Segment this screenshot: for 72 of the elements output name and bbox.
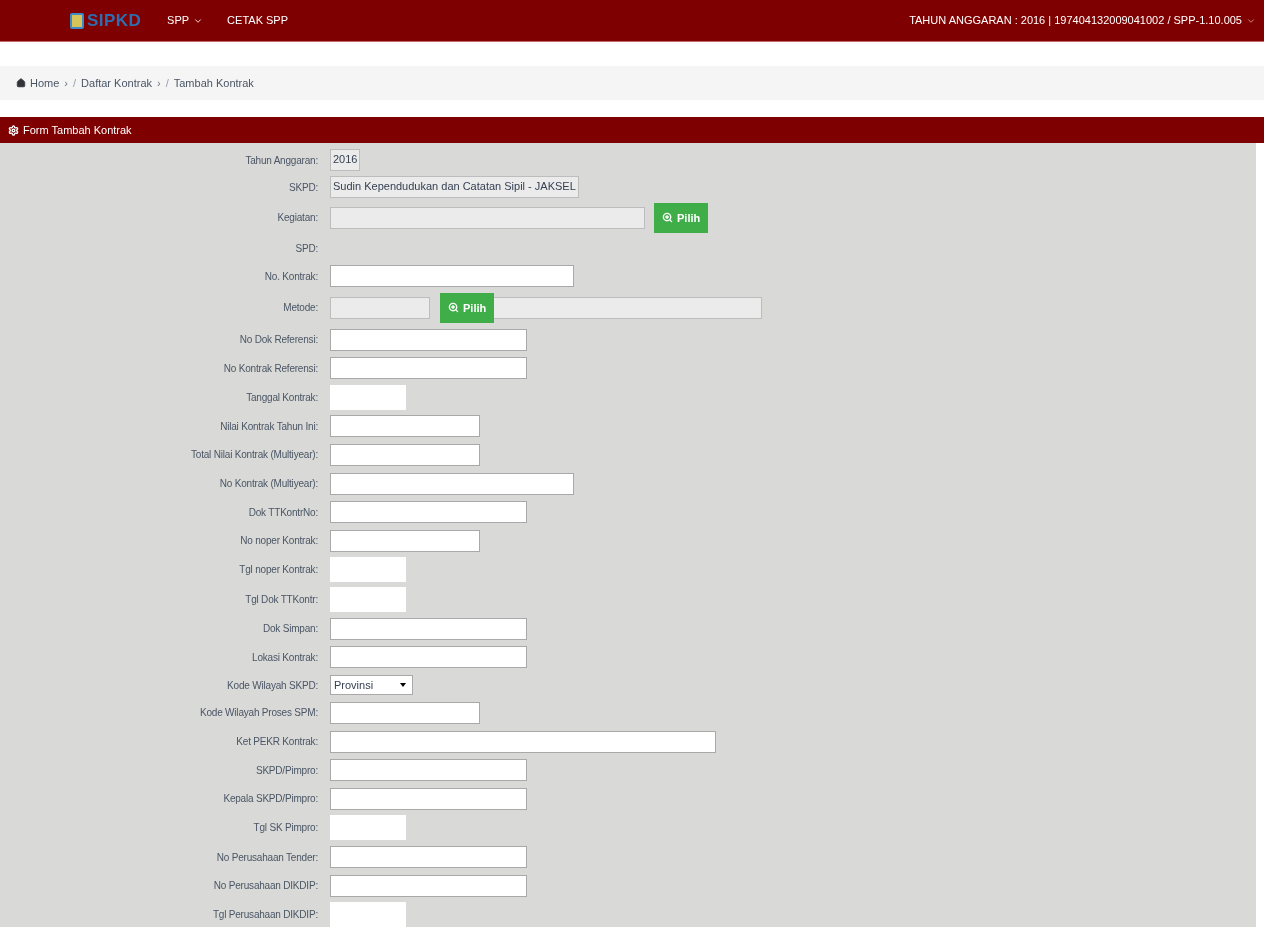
field-label: Kode Wilayah Proses SPM:	[199, 706, 318, 721]
breadcrumb-chevron: ›	[157, 75, 161, 91]
text-field[interactable]	[330, 357, 527, 380]
field-label: Nilai Kontrak Tahun Ini:	[220, 419, 318, 434]
text-field[interactable]	[330, 846, 527, 869]
text-field[interactable]	[330, 444, 480, 466]
date-field[interactable]	[330, 815, 406, 841]
logo-icon	[70, 12, 84, 29]
search-icon	[662, 212, 673, 224]
field-label: Kegiatan:	[277, 211, 318, 226]
readonly-field: Sudin Kependudukan dan Catatan Sipil - JAKSEL	[330, 176, 579, 198]
field-label: Tanggal Kontrak:	[246, 390, 318, 405]
gears-icon	[8, 124, 19, 136]
logo-text: SIPKD	[87, 9, 142, 32]
date-field[interactable]	[330, 902, 406, 927]
nav-menu-item[interactable]: SPP	[167, 12, 190, 29]
home-icon	[16, 78, 26, 88]
field-label: No Kontrak (Multiyear):	[219, 477, 318, 492]
text-field[interactable]	[330, 874, 527, 897]
field-label: Dok TTKontrNo:	[248, 505, 318, 520]
breadcrumb-divider: /	[165, 75, 169, 91]
date-field[interactable]	[330, 587, 406, 613]
text-field[interactable]	[330, 730, 716, 753]
field-label: SPD:	[295, 242, 318, 257]
breadcrumb-link[interactable]: Home	[30, 74, 60, 92]
field-label: No. Kontrak:	[264, 269, 318, 284]
text-field[interactable]	[330, 265, 574, 288]
readonly-field: 2016	[330, 149, 361, 171]
text-field[interactable]	[330, 501, 527, 524]
date-field[interactable]	[330, 557, 406, 583]
field-label: Tgl SK Pimpro:	[253, 821, 318, 836]
text-field[interactable]	[330, 759, 527, 782]
field-label: Total Nilai Kontrak (Multiyear):	[191, 448, 318, 463]
field-label: Kepala SKPD/Pimpro:	[223, 792, 318, 807]
search-icon	[448, 302, 459, 314]
text-field[interactable]	[330, 617, 527, 640]
field-label: Kode Wilayah SKPD:	[227, 678, 318, 693]
breadcrumb-chevron: ›	[64, 75, 68, 91]
text-field[interactable]	[330, 529, 480, 552]
text-field[interactable]	[330, 701, 480, 724]
field-label: No Perusahaan DIKDIP:	[213, 879, 318, 894]
user-info-menu[interactable]: TAHUN ANGGARAN : 2016 | 197404132009041002 / SPP-1.10.005	[909, 12, 1242, 29]
field-label: Dok Simpan:	[262, 622, 318, 637]
text-field[interactable]	[330, 472, 574, 495]
text-field[interactable]	[330, 646, 527, 669]
caret-icon	[400, 683, 406, 688]
date-field[interactable]	[330, 384, 406, 410]
field-label: Tgl Dok TTKontr:	[245, 593, 318, 608]
field-label: Lokasi Kontrak:	[252, 650, 318, 665]
panel-title: Form Tambah Kontrak	[23, 122, 132, 138]
field-label: No Perusahaan Tender:	[216, 850, 318, 865]
breadcrumb-link[interactable]: Tambah Kontrak	[173, 74, 254, 92]
breadcrumb-divider: /	[73, 75, 77, 91]
field-label: No Kontrak Referensi:	[223, 361, 318, 376]
method-field[interactable]	[330, 296, 430, 319]
field-label: No Dok Referensi:	[239, 333, 318, 347]
text-field[interactable]	[330, 415, 480, 438]
field-label: No noper Kontrak:	[240, 534, 318, 549]
field-label: SKPD/Pimpro:	[255, 763, 318, 778]
field-label: Tgl noper Kontrak:	[239, 563, 318, 578]
field-label: Tgl Perusahaan DIKDIP:	[212, 908, 318, 923]
breadcrumb-link[interactable]: Daftar Kontrak	[81, 74, 152, 92]
text-field[interactable]	[330, 787, 527, 810]
region-dropdown[interactable]: Provinsi	[330, 675, 413, 696]
field-label: SKPD:	[289, 180, 318, 195]
nav-menu-item[interactable]: CETAK SPP	[227, 12, 289, 29]
field-label: Ket PEKR Kontrak:	[236, 735, 318, 750]
field-label: Tahun Anggaran:	[245, 153, 318, 168]
method-name-field[interactable]	[494, 296, 763, 319]
field-label: Metode:	[283, 301, 318, 316]
text-field[interactable]	[330, 328, 527, 351]
activity-field[interactable]	[330, 206, 645, 229]
